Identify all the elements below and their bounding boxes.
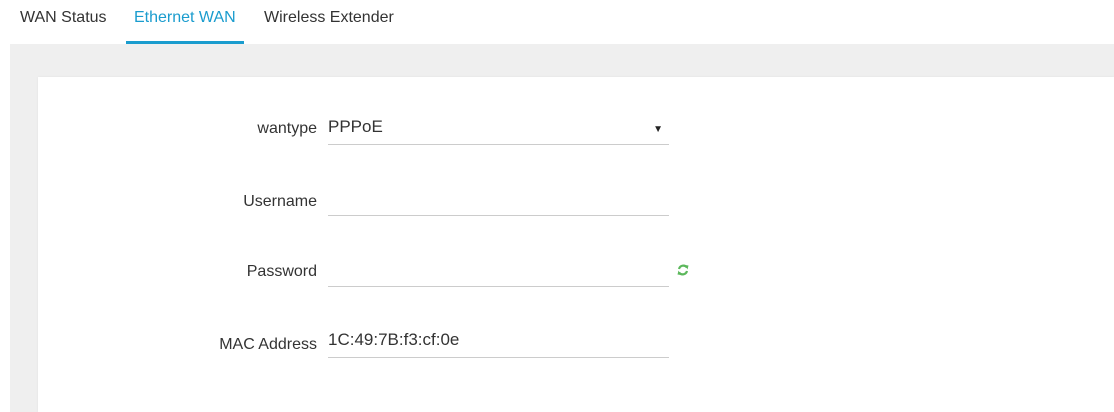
wantype-select[interactable]: PPPoE ▼ (328, 115, 669, 145)
wantype-value: PPPoE (328, 117, 383, 136)
dropdown-caret-icon: ▼ (653, 124, 663, 135)
mac-address-label: MAC Address (219, 336, 317, 353)
password-field[interactable] (328, 257, 669, 287)
username-input[interactable] (328, 186, 669, 214)
wantype-label: wantype (257, 120, 317, 137)
tab-wan-status[interactable]: WAN Status (20, 0, 107, 44)
tab-wireless-extender[interactable]: Wireless Extender (264, 0, 394, 44)
username-label: Username (243, 193, 317, 210)
password-input[interactable] (328, 257, 669, 285)
tab-ethernet-wan[interactable]: Ethernet WAN (126, 0, 244, 44)
mac-address-value: 1C:49:7B:f3:cf:0e (328, 330, 460, 349)
wan-tabs: WAN Status Ethernet WAN Wireless Extende… (0, 0, 1114, 44)
mac-address-field[interactable]: 1C:49:7B:f3:cf:0e (328, 328, 669, 358)
password-label: Password (246, 263, 317, 280)
refresh-icon[interactable] (676, 263, 690, 277)
username-field[interactable] (328, 186, 669, 216)
